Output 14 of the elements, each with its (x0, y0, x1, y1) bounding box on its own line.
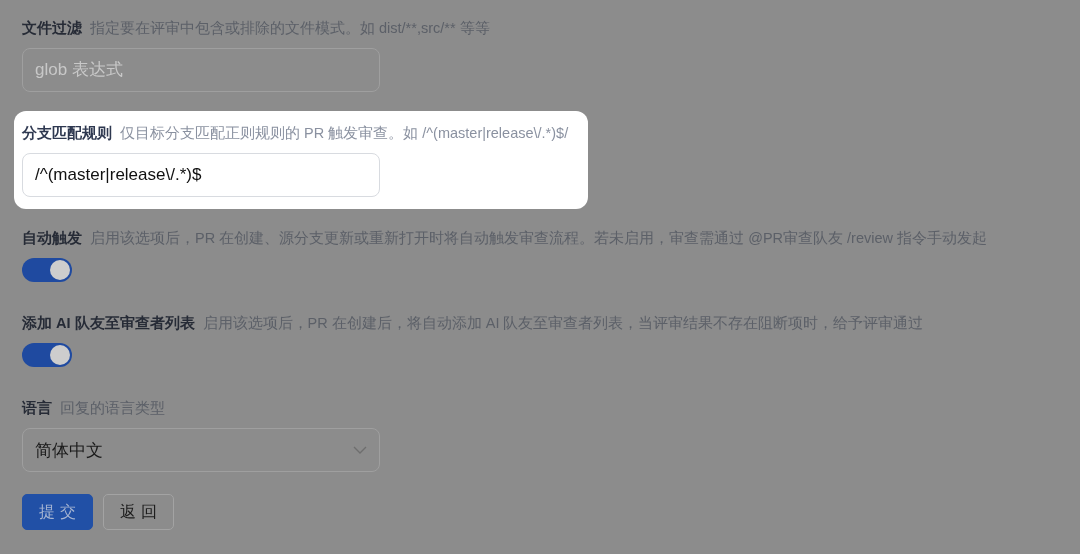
text-input-field[interactable]: /^(master|release\/.*)$ (22, 153, 380, 197)
toggle-switch[interactable] (22, 258, 72, 282)
text-input-field[interactable]: glob 表达式 (22, 48, 380, 92)
field-label: 自动触发 (22, 228, 82, 248)
back-button[interactable]: 返 回 (103, 494, 174, 530)
field-label: 分支匹配规则 (22, 123, 112, 143)
chevron-down-icon (353, 445, 367, 455)
field-label: 语言 (22, 398, 52, 418)
language-select[interactable]: 简体中文 (22, 428, 380, 472)
field-label: 文件过滤 (22, 18, 82, 38)
field-label: 添加 AI 队友至审查者列表 (22, 313, 195, 333)
submit-button[interactable]: 提 交 (22, 494, 93, 530)
field-description: 仅目标分支匹配正则规则的 PR 触发审查。如 /^(master|release\/.*)$/ (120, 123, 569, 143)
toggle-switch[interactable] (22, 343, 72, 367)
